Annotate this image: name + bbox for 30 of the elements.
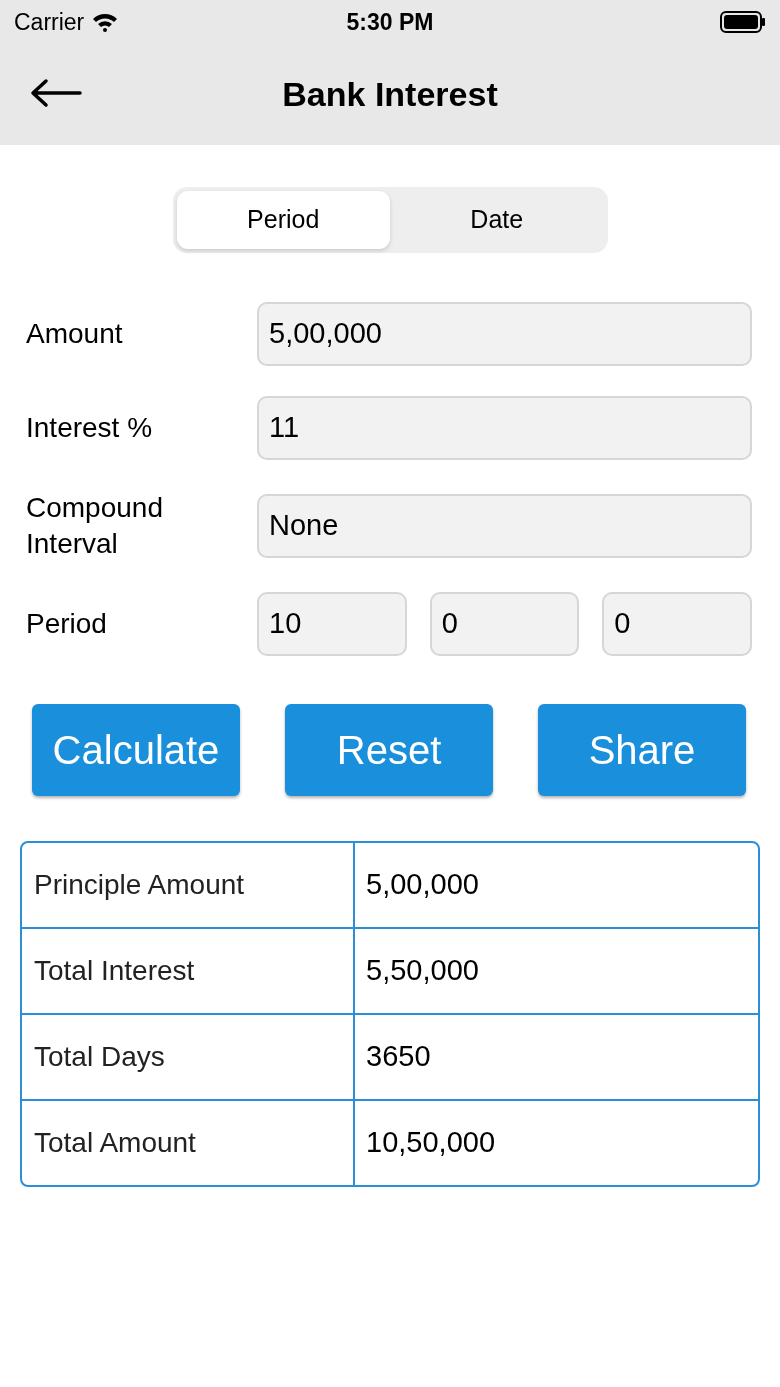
- result-value: 5,00,000: [365, 867, 480, 903]
- result-label: Total Interest: [22, 929, 355, 1013]
- segment-tab[interactable]: Date: [390, 191, 604, 249]
- field-label: Amount: [26, 317, 124, 351]
- battery-icon: [720, 11, 766, 33]
- input-field[interactable]: 11: [257, 396, 752, 460]
- input-field[interactable]: 5,00,000: [257, 302, 752, 366]
- field-label: Period: [26, 607, 108, 641]
- result-label: Principle Amount: [22, 843, 355, 927]
- field-label: Compound Interval: [26, 491, 164, 561]
- screen-title: Bank Interest: [282, 74, 498, 115]
- result-value: 10,50,000: [365, 1125, 496, 1161]
- result-value: 3650: [365, 1039, 432, 1075]
- wifi-icon: [92, 12, 119, 32]
- status-time: 5:30 PM: [346, 7, 434, 37]
- action-button[interactable]: Calculate: [32, 704, 240, 796]
- result-label: Total Days: [22, 1015, 355, 1099]
- input-field[interactable]: 0: [602, 592, 752, 656]
- back-button[interactable]: [30, 78, 82, 108]
- back-arrow-icon: [30, 78, 82, 108]
- action-button[interactable]: Share: [538, 704, 746, 796]
- input-field[interactable]: 0: [429, 592, 580, 656]
- segment-tab[interactable]: Period: [176, 191, 390, 249]
- carrier-name: Carrier: [14, 7, 85, 37]
- result-label: Total Amount: [22, 1101, 355, 1185]
- result-value: 5,50,000: [365, 953, 480, 989]
- field-label: Interest %: [26, 411, 154, 445]
- input-field[interactable]: 10: [257, 592, 407, 656]
- action-button[interactable]: Reset: [285, 704, 493, 796]
- input-field[interactable]: None: [257, 494, 752, 558]
